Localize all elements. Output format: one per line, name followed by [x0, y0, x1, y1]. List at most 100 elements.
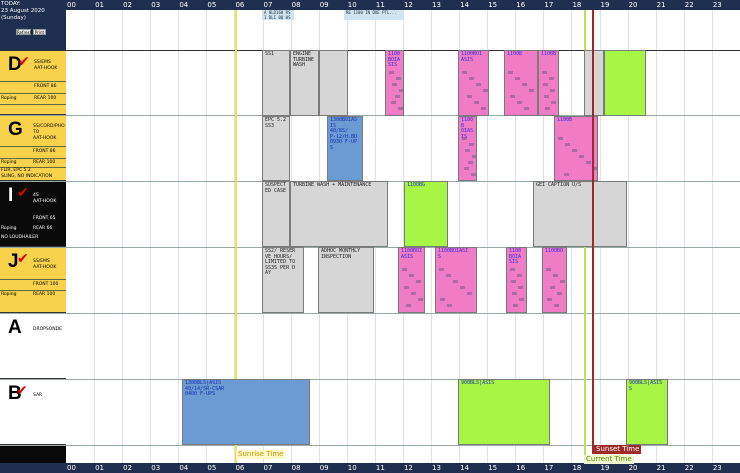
- row-roping: Roping: [1, 96, 17, 101]
- row-letter: A: [8, 317, 22, 338]
- row-header-d[interactable]: D ✔ SS/EMS AAT-HOOK FRONT 86 Roping REAR…: [0, 50, 66, 115]
- hour-label-top: 08: [291, 1, 301, 9]
- hour-label-bottom: 16: [516, 464, 526, 472]
- current-time-label: Current Time: [584, 455, 634, 464]
- hour-label-bottom: 15: [488, 464, 498, 472]
- schedule-event[interactable]: 1100BOIASI S: [435, 247, 477, 313]
- schedule-event[interactable]: 1100BO: [542, 247, 567, 313]
- hour-label-bottom: 09: [319, 464, 329, 472]
- event-label: 900BLS|ASIS S: [629, 380, 663, 392]
- top-strip-a[interactable]: A 0LD160 RS 1 DLI 00 HS: [262, 10, 294, 20]
- redacted-mark: [524, 107, 529, 110]
- redacted-mark: [465, 149, 470, 152]
- refresh-button[interactable]: Refresh: [16, 29, 32, 35]
- redacted-mark: [549, 77, 554, 80]
- redacted-mark: [439, 268, 444, 271]
- event-label: SUSPECT ED CASE: [265, 182, 287, 194]
- date-weekday: (Sunday): [1, 15, 26, 21]
- row-front: FRONT 100: [33, 282, 59, 287]
- redacted-mark: [396, 77, 401, 80]
- schedule-event[interactable]: 1100BOI ASIS: [458, 50, 489, 116]
- schedule-event[interactable]: 1100BG: [404, 181, 448, 247]
- redacted-mark: [517, 101, 522, 104]
- schedule-event[interactable]: 1300BOIAS IS 40/8S/ P-12/H.BD 0930 F-UP …: [327, 116, 363, 181]
- row-rear: REAR 100: [33, 292, 56, 297]
- redacted-mark: [446, 274, 451, 277]
- hour-label-top: 06: [235, 1, 245, 9]
- redacted-mark: [481, 107, 486, 110]
- schedule-event[interactable]: 1100B OIAS IS: [458, 116, 477, 181]
- hour-label-bottom: 06: [235, 464, 245, 472]
- event-label: 1100BG: [407, 182, 426, 188]
- redacted-mark: [483, 89, 488, 92]
- redacted-mark: [512, 292, 517, 295]
- hour-label-top: 19: [600, 1, 610, 9]
- redacted-mark: [474, 101, 479, 104]
- redacted-mark: [462, 137, 467, 140]
- check-icon: ✔: [17, 251, 29, 267]
- schedule-event[interactable]: [604, 50, 646, 116]
- row-header-a[interactable]: A DROPSONDE: [0, 313, 66, 379]
- top-strip-b[interactable]: RE 1100 IN DUE PTL...: [344, 10, 403, 20]
- redacted-mark: [469, 143, 474, 146]
- row-front: FRONT 65: [33, 216, 56, 221]
- redacted-mark: [411, 292, 416, 295]
- event-label: 1100 BOIA SIS: [509, 248, 522, 266]
- hour-label-bottom: 22: [684, 464, 694, 472]
- redacted-mark: [464, 167, 469, 170]
- date-today-label: TODAY:: [1, 1, 21, 7]
- event-label: 1100BOI ASIS: [461, 51, 483, 63]
- row-header-g[interactable]: G SS/CORD/PHO TO AAT-HOOK FRONT 86 Ropin…: [0, 115, 66, 181]
- event-label: 1100BO: [545, 248, 564, 254]
- row-line3: AAT-HOOK: [33, 136, 57, 141]
- row-header-b[interactable]: B ✔ SAR: [0, 379, 66, 445]
- row-line2: AAT-HOOK: [34, 66, 58, 71]
- redacted-mark: [522, 83, 527, 86]
- schedule-event[interactable]: 900BLS|ASIS S: [626, 379, 668, 445]
- schedule-event[interactable]: GEI CAPTION U/S: [533, 181, 627, 247]
- redacted-mark: [558, 137, 563, 140]
- hour-gridline: [711, 10, 713, 463]
- redacted-mark: [572, 149, 577, 152]
- schedule-event[interactable]: 900BLS|ASIS: [458, 379, 550, 445]
- hour-label-top: 02: [123, 1, 133, 9]
- hour-label-top: 00: [67, 1, 76, 9]
- schedule-event[interactable]: 1100BOI ASIS: [398, 247, 425, 313]
- event-label: 1300BOIAS IS 40/8S/ P-12/H.BD 0930 F-UP …: [330, 117, 358, 151]
- row-header-j[interactable]: J ✔ SS/EMS AAT-HOOK FRONT 100 Roping REA…: [0, 247, 66, 313]
- hour-label-bottom: 03: [151, 464, 161, 472]
- event-label: ENGINE TURBINE WASH: [293, 51, 315, 69]
- redacted-mark: [508, 71, 513, 74]
- schedule-event[interactable]: [584, 50, 604, 116]
- redacted-mark: [460, 286, 465, 289]
- schedule-event[interactable]: SS2/ RESER VE HOURS/ LIMITED TO SS3S PER…: [262, 247, 304, 313]
- redacted-mark: [399, 89, 403, 92]
- hour-label-top: 01: [95, 1, 104, 9]
- print-button[interactable]: Print: [33, 29, 46, 35]
- redacted-mark: [453, 280, 458, 283]
- redacted-mark: [409, 274, 414, 277]
- schedule-event[interactable]: SS1: [262, 50, 290, 116]
- row-roping: Roping: [1, 160, 17, 165]
- schedule-event[interactable]: TURBINE WASH + MAINTENANCE: [290, 181, 388, 247]
- schedule-event[interactable]: 1300BLS|ASIS 40/14/SR-CSAR 0400 F-UPS: [182, 379, 310, 445]
- hour-label-top: 18: [572, 1, 582, 9]
- schedule-event[interactable]: 1100B: [504, 50, 538, 116]
- schedule-event[interactable]: 1100B: [538, 50, 559, 116]
- schedule-event[interactable]: EPC 5.2 SS3: [262, 116, 290, 181]
- schedule-event[interactable]: 1100 BOIA SIS: [385, 50, 404, 116]
- schedule-event[interactable]: [319, 50, 348, 116]
- redacted-mark: [467, 292, 472, 295]
- redacted-mark: [513, 304, 518, 307]
- row-rear: REAR 66: [33, 226, 53, 231]
- row-header-footer: [0, 445, 66, 463]
- row-header-i[interactable]: I ✔ 4S AAT-HOOK FRONT 65 Roping REAR 66 …: [0, 181, 66, 247]
- redacted-mark: [553, 274, 558, 277]
- schedule-event[interactable]: 1100 BOIA SIS: [506, 247, 527, 313]
- hour-label-top: 09: [319, 1, 329, 9]
- schedule-event[interactable]: SUSPECT ED CASE: [262, 181, 290, 247]
- schedule-event[interactable]: ENGINE TURBINE WASH: [290, 50, 319, 116]
- event-label: GEI CAPTION U/S: [536, 182, 582, 188]
- schedule-event[interactable]: ADHOC MONTHLY INSPECTION: [318, 247, 374, 313]
- event-label: SS2/ RESER VE HOURS/ LIMITED TO SS3S PER…: [265, 248, 296, 277]
